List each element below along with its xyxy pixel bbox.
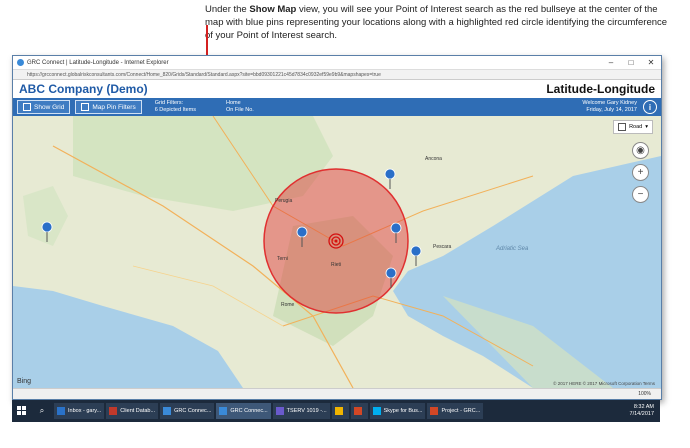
- sea-label: Adriatic Sea: [496, 246, 529, 252]
- module-title: Latitude-Longitude: [546, 82, 655, 96]
- on-file-label: On File No.: [226, 107, 254, 113]
- outlook-icon: [57, 407, 65, 415]
- show-grid-label: Show Grid: [34, 103, 65, 111]
- grid-filter-info: Grid Filters: 6 Depicted Items: [155, 100, 196, 114]
- app-toolbar: Show Grid Map Pin Filters Grid Filters: …: [13, 98, 661, 116]
- city-label: Perugia: [275, 198, 293, 204]
- browser-titlebar: GRC Connect | Latitude-Longitude - Inter…: [13, 56, 661, 69]
- taskbar-item-label: TSERV 1019 -...: [286, 408, 327, 414]
- search-button[interactable]: ⌕: [32, 400, 52, 422]
- ie-icon: [17, 59, 24, 66]
- map-land: [13, 116, 661, 388]
- taskbar-item[interactable]: [331, 403, 349, 419]
- search-icon: ⌕: [39, 406, 45, 415]
- city-label: Rieti: [331, 262, 342, 268]
- filter-icon: [81, 103, 90, 111]
- url-text: https://grcconnect.globalriskconsultants…: [27, 71, 381, 78]
- browser-title: GRC Connect | Latitude-Longitude - Inter…: [27, 59, 169, 66]
- zoom-in-button[interactable]: +: [632, 164, 649, 181]
- taskbar-item[interactable]: Project - GRC...: [427, 403, 484, 419]
- city-label: Pescara: [433, 244, 452, 250]
- company-name: ABC Company (Demo): [19, 82, 148, 96]
- map-copyright: © 2017 HERE © 2017 Microsoft Corporation…: [553, 381, 655, 386]
- welcome-text: Welcome Gary Kidney: [582, 100, 637, 106]
- welcome-block: Welcome Gary Kidney Friday, July 14, 201…: [582, 100, 637, 114]
- browser-statusbar: 100%: [13, 388, 661, 399]
- map-canvas[interactable]: Rome Rieti Ancona Perugia Pescara Terni …: [13, 116, 661, 388]
- grid-icon: [23, 103, 31, 111]
- city-label: Rome: [281, 302, 295, 308]
- info-button[interactable]: i: [643, 100, 657, 114]
- bing-logo: Bing: [17, 378, 32, 385]
- map-pin-filters-label: Map Pin Filters: [92, 103, 136, 111]
- access-icon: [109, 407, 118, 415]
- grid-filters-label: Grid Filters:: [154, 100, 184, 106]
- zoom-out-button[interactable]: −: [632, 186, 649, 203]
- start-button[interactable]: [12, 400, 32, 422]
- powerpoint-icon: [430, 407, 439, 415]
- home-label: Home: [226, 100, 241, 106]
- taskbar-item-label: Project - GRC...: [441, 408, 481, 414]
- remote-desktop-icon: [275, 407, 284, 415]
- clock-time: 8:32 AM: [633, 404, 654, 410]
- address-bar[interactable]: https://grcconnect.globalriskconsultants…: [13, 69, 661, 80]
- taskbar-item[interactable]: Inbox - gary...: [54, 403, 105, 419]
- clock-date: 7/14/2017: [629, 411, 654, 417]
- welcome-date: Friday, July 14, 2017: [586, 107, 637, 113]
- locate-me-button[interactable]: ◉: [632, 142, 649, 159]
- taskbar-item[interactable]: Client Datab...: [106, 403, 159, 419]
- ie-icon: [219, 407, 228, 415]
- folder-icon: [334, 407, 343, 415]
- caption-bold: Show Map: [249, 4, 297, 15]
- ie-icon: [163, 407, 172, 415]
- powerpoint-icon: [353, 407, 362, 415]
- map-type-selector[interactable]: Road ▾: [613, 120, 653, 134]
- home-info: Home On File No.: [226, 100, 254, 114]
- city-label: Ancona: [425, 156, 442, 162]
- app-header: ABC Company (Demo) Latitude-Longitude: [13, 80, 661, 98]
- windows-taskbar: ⌕ Inbox - gary... Client Datab... GRC Co…: [12, 400, 660, 422]
- map-type-label: Road: [629, 124, 643, 130]
- taskbar-item[interactable]: [350, 403, 368, 419]
- minimize-button[interactable]: –: [601, 58, 621, 67]
- close-button[interactable]: ✕: [641, 58, 661, 67]
- taskbar-item-label: Client Datab...: [120, 408, 156, 414]
- map-pin-filters-button[interactable]: Map Pin Filters: [75, 100, 142, 114]
- zoom-level[interactable]: 100%: [638, 391, 651, 397]
- browser-window: GRC Connect | Latitude-Longitude - Inter…: [12, 55, 662, 400]
- taskbar-item-label: Inbox - gary...: [68, 408, 102, 414]
- instruction-caption: Under the Show Map view, you will see yo…: [205, 3, 675, 42]
- window-controls: – □ ✕: [601, 58, 661, 67]
- taskbar-item-label: Skype for Bus...: [383, 408, 423, 414]
- taskbar-item[interactable]: TSERV 1019 -...: [272, 403, 330, 419]
- taskbar-item-label: GRC Connec...: [230, 408, 268, 414]
- taskbar-item[interactable]: Skype for Bus...: [369, 403, 426, 419]
- taskbar-item-label: GRC Connec...: [174, 408, 212, 414]
- depicted-items-count: 6 Depicted Items: [154, 107, 196, 113]
- caption-pre: Under the: [205, 4, 250, 15]
- windows-icon: [17, 406, 26, 415]
- chevron-down-icon: ▾: [645, 124, 648, 130]
- map-type-icon: [618, 123, 627, 131]
- system-clock[interactable]: 8:32 AM 7/14/2017: [630, 404, 660, 418]
- taskbar-item[interactable]: GRC Connec...: [216, 403, 271, 419]
- skype-icon: [372, 407, 381, 415]
- taskbar-item[interactable]: GRC Connec...: [160, 403, 215, 419]
- show-grid-button[interactable]: Show Grid: [17, 100, 71, 114]
- maximize-button[interactable]: □: [621, 58, 641, 67]
- city-label: Terni: [277, 256, 288, 262]
